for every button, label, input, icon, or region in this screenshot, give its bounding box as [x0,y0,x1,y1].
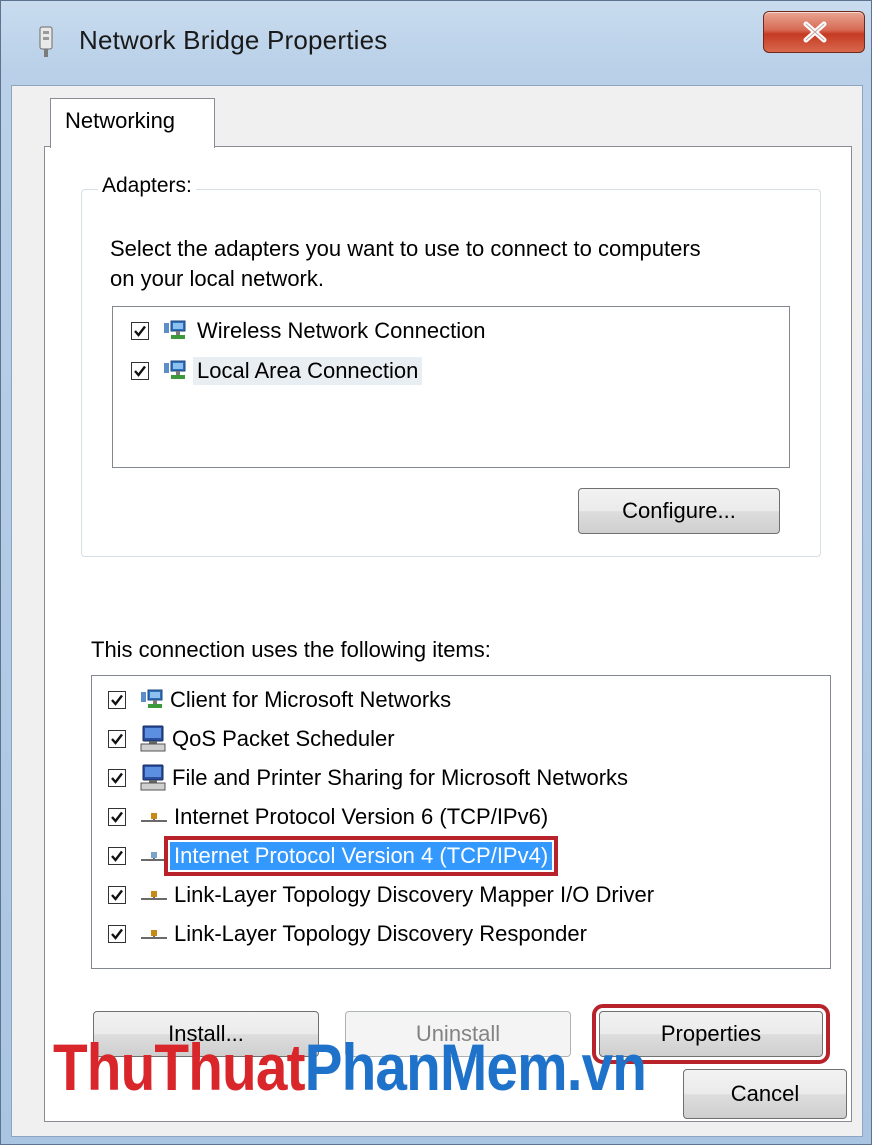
dialog-window: Network Bridge Properties Networking Ada… [0,0,872,1145]
dialog-client-area: Networking Adapters: Select the adapters… [11,85,863,1137]
network-adapter-icon [164,320,186,339]
connection-item[interactable]: Link-Layer Topology Discovery Mapper I/O… [108,879,658,911]
protocol-icon [141,852,167,861]
item-checkbox[interactable] [108,730,126,748]
tab-networking[interactable]: Networking [50,98,215,148]
item-label: Client for Microsoft Networks [170,687,452,712]
adapters-description-line2: on your local network. [110,266,324,291]
network-bridge-icon [39,26,53,57]
item-checkbox[interactable] [108,847,126,865]
adapter-item[interactable]: Local Area Connection [131,355,423,387]
adapters-list[interactable]: Wireless Network Connection Local Area C… [112,306,790,468]
item-label: File and Printer Sharing for Microsoft N… [172,765,629,790]
adapter-label: Wireless Network Connection [197,318,486,343]
watermark-logo: ThuThuatPhanMem.vn [53,1029,647,1105]
computer-service-icon [140,764,166,791]
checkmark-icon [111,772,123,784]
title-bar: Network Bridge Properties [1,1,871,81]
protocol-icon [141,813,167,822]
item-label: Internet Protocol Version 4 (TCP/IPv4) [163,836,559,876]
item-checkbox[interactable] [108,925,126,943]
computer-service-icon [140,725,166,752]
watermark-part3: .vn [566,1030,647,1104]
close-icon [803,21,827,43]
items-section-label: This connection uses the following items… [91,637,491,662]
adapter-checkbox[interactable] [131,362,149,380]
adapter-item[interactable]: Wireless Network Connection [131,315,490,347]
item-checkbox[interactable] [108,886,126,904]
connection-item[interactable]: Internet Protocol Version 4 (TCP/IPv4) [108,836,559,876]
item-label: QoS Packet Scheduler [172,726,395,751]
item-label: Link-Layer Topology Discovery Mapper I/O… [174,882,655,907]
adapter-label: Local Area Connection [193,357,423,385]
item-checkbox[interactable] [108,691,126,709]
checkmark-icon [111,928,123,940]
checkmark-icon [111,811,123,823]
adapters-group-label: Adapters: [98,174,196,198]
connection-item[interactable]: Internet Protocol Version 6 (TCP/IPv6) [108,801,552,833]
protocol-icon [141,930,167,939]
checkmark-icon [111,850,123,862]
connection-item[interactable]: Link-Layer Topology Discovery Responder [108,918,591,950]
checkmark-icon [111,733,123,745]
connection-items-list[interactable]: Client for Microsoft Networks QoS Packet… [91,675,831,969]
checkmark-icon [134,365,146,377]
networking-tab-panel: Adapters: Select the adapters you want t… [44,146,852,1122]
network-adapter-icon [164,360,186,379]
checkmark-icon [134,325,146,337]
item-label: Internet Protocol Version 6 (TCP/IPv6) [174,804,549,829]
checkmark-icon [111,694,123,706]
connection-item[interactable]: QoS Packet Scheduler [108,723,399,755]
checkmark-icon [111,889,123,901]
configure-button[interactable]: Configure... [578,488,780,534]
watermark-part2: PhanMem [304,1030,568,1104]
window-title: Network Bridge Properties [79,25,388,55]
protocol-icon [141,891,167,900]
adapter-checkbox[interactable] [131,322,149,340]
connection-item[interactable]: File and Printer Sharing for Microsoft N… [108,762,632,794]
connection-item[interactable]: Client for Microsoft Networks [108,684,455,716]
adapters-groupbox: Adapters: Select the adapters you want t… [81,174,821,557]
watermark-part1: ThuThuat [53,1030,305,1104]
close-button[interactable] [763,11,865,53]
network-client-icon [141,689,163,708]
item-checkbox[interactable] [108,808,126,826]
adapters-description-line1: Select the adapters you want to use to c… [110,236,701,261]
item-checkbox[interactable] [108,769,126,787]
tab-networking-label: Networking [65,108,176,133]
item-label: Link-Layer Topology Discovery Responder [174,921,587,946]
cancel-button[interactable]: Cancel [683,1069,847,1119]
